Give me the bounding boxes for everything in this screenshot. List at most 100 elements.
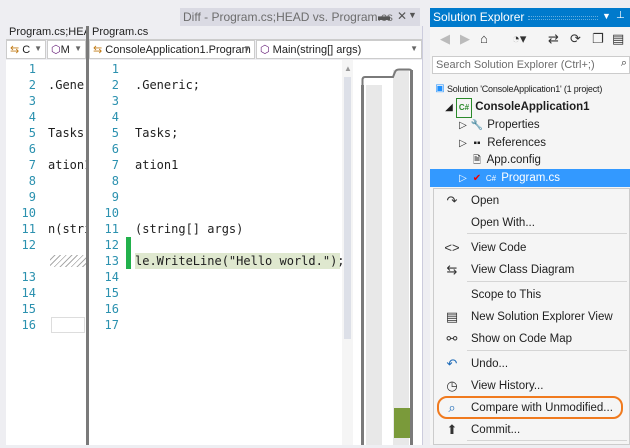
- refresh-icon[interactable]: ⟳: [570, 31, 581, 47]
- vertical-scrollbar[interactable]: ▲: [342, 60, 353, 445]
- line-number: 14: [104, 270, 119, 284]
- code-line: ation1: [135, 158, 179, 172]
- diff-overview-margin[interactable]: [353, 60, 422, 445]
- menu-item-open-with[interactable]: Open With...: [434, 212, 629, 234]
- menu-item-show-on-code-map[interactable]: ⚯ Show on Code Map: [434, 328, 629, 350]
- menu-item-label: Open: [471, 195, 500, 207]
- tree-item-program-cs[interactable]: ▷ ✔ C# Program.cs: [456, 169, 560, 187]
- added-change-marker: [394, 408, 410, 438]
- tab-title: Diff - Program.cs;HEAD vs. Program.cs: [183, 10, 393, 24]
- menu-item-view-history[interactable]: ◷ View History...: [434, 375, 629, 397]
- tab-overflow-dropdown-icon[interactable]: ▼: [408, 10, 417, 20]
- line-number: 10: [21, 206, 36, 220]
- left-code-editor[interactable]: 12.Gene345Tasks;67ation1891011n(stri1213…: [6, 60, 86, 445]
- tree-item-app-config[interactable]: 🗎 App.config: [470, 151, 541, 169]
- line-number: 16: [21, 318, 36, 332]
- line-number: 13: [104, 254, 119, 268]
- commit-icon: ⬆: [446, 422, 458, 437]
- properties-icon[interactable]: ▤: [612, 31, 624, 47]
- line-number: 1: [111, 62, 119, 76]
- line-number: 8: [28, 174, 36, 188]
- search-icon: ⌕: [620, 57, 627, 69]
- menu-item-label: View History...: [471, 380, 544, 392]
- scrollbar-thumb[interactable]: [344, 77, 351, 339]
- diff-overview-map: [361, 68, 413, 445]
- line-number: 11: [21, 222, 36, 236]
- change-marker: [126, 253, 131, 269]
- code-line: Tasks;: [135, 126, 179, 140]
- diff-document-tab[interactable]: Diff - Program.cs;HEAD vs. Program.cs ▬ …: [180, 8, 420, 27]
- menu-item-open[interactable]: ↷ Open: [434, 190, 629, 212]
- line-number: 5: [111, 126, 119, 140]
- scroll-up-icon[interactable]: ▲: [344, 64, 352, 73]
- history-icon: ◷: [446, 378, 458, 393]
- menu-separator: [467, 440, 627, 441]
- deleted-lines-placeholder: [50, 255, 86, 267]
- solution-explorer-title-bar: Solution Explorer ▼ ⊥: [430, 8, 630, 27]
- highlight-ring: [437, 396, 623, 419]
- collapse-all-icon[interactable]: ❐: [592, 31, 604, 47]
- menu-item-scope-to-this[interactable]: Scope to This: [434, 284, 629, 306]
- editor-border: [422, 26, 430, 445]
- pending-changes-filter-icon[interactable]: ◔▾: [512, 31, 526, 47]
- line-number: 2: [28, 78, 36, 92]
- line-number: 6: [28, 142, 36, 156]
- menu-item-label: Show on Code Map: [471, 333, 573, 345]
- line-number: 1: [28, 62, 36, 76]
- menu-item-label: Commit...: [471, 424, 521, 436]
- left-type-dropdown[interactable]: ⇆ C ▼: [6, 40, 46, 59]
- menu-item-label: Scope to This: [471, 289, 542, 301]
- menu-item-commit[interactable]: ⬆ Commit...: [434, 419, 629, 441]
- line-number: 12: [104, 238, 119, 252]
- left-member-dropdown[interactable]: ⬡M ▼: [47, 40, 86, 59]
- line-number: 16: [104, 302, 119, 316]
- code-map-icon: ⚯: [446, 331, 458, 346]
- line-number: 12: [21, 238, 36, 252]
- line-number: 13: [21, 270, 36, 284]
- right-member-dropdown[interactable]: ⬡ Main(string[] args) ▼: [256, 40, 422, 59]
- line-number: [14, 253, 36, 269]
- menu-item-view-code[interactable]: <> View Code: [434, 237, 629, 259]
- tree-item-references[interactable]: ▷ ▪▪ References: [456, 134, 546, 152]
- menu-separator: [467, 281, 627, 282]
- line-number: 3: [111, 94, 119, 108]
- menu-item-new-solution-explorer-view[interactable]: ▤ New Solution Explorer View: [434, 306, 629, 328]
- menu-item-label: View Class Diagram: [471, 264, 575, 276]
- code-line: le.WriteLine("Hello world.");: [135, 253, 342, 269]
- tree-item-project[interactable]: ◢ C# ConsoleApplication1: [442, 98, 590, 118]
- tree-item-properties[interactable]: ▷ 🔧 Properties: [456, 116, 539, 134]
- forward-icon[interactable]: ▶: [460, 31, 470, 47]
- pin-icon[interactable]: ⊥: [616, 10, 625, 21]
- tree-item-solution[interactable]: ▣ Solution 'ConsoleApplication1' (1 proje…: [433, 80, 630, 98]
- home-icon[interactable]: ⌂: [480, 31, 488, 46]
- code-line: Tasks;: [48, 126, 86, 140]
- menu-item-undo[interactable]: ↶ Undo...: [434, 353, 629, 375]
- change-marker: [126, 237, 131, 253]
- line-number: 7: [111, 158, 119, 172]
- right-type-dropdown[interactable]: ⇆ ConsoleApplication1.Program ▼: [89, 40, 255, 59]
- menu-separator: [467, 350, 627, 351]
- sync-icon[interactable]: ⇄: [548, 31, 559, 47]
- back-icon[interactable]: ◀: [440, 31, 450, 47]
- menu-item-label: Open With...: [471, 217, 535, 229]
- code-line: n(stri: [48, 222, 86, 236]
- line-number: 5: [28, 126, 36, 140]
- window-position-icon[interactable]: ▼: [602, 11, 611, 21]
- close-icon[interactable]: ✕: [397, 9, 407, 23]
- line-number: 15: [104, 286, 119, 300]
- line-number: 9: [28, 190, 36, 204]
- menu-item-label: New Solution Explorer View: [471, 311, 613, 323]
- undo-icon: ↶: [446, 356, 458, 371]
- line-number: 4: [111, 110, 119, 124]
- search-input[interactable]: Search Solution Explorer (Ctrl+;) ⌕: [432, 56, 630, 74]
- code-line: (string[] args): [135, 222, 244, 236]
- diff-block-outline: [51, 317, 85, 333]
- line-number: 17: [104, 318, 119, 332]
- right-code-editor[interactable]: 1 2 .Generic; 3 4 5 Tasks; 6 7 ation1 8 9 10 11 (strin…: [89, 60, 342, 445]
- line-number: 2: [111, 78, 119, 92]
- open-icon: ↷: [446, 193, 458, 208]
- line-number: 15: [21, 302, 36, 316]
- menu-item-view-class-diagram[interactable]: ⇆ View Class Diagram: [434, 259, 629, 281]
- new-view-icon: ▤: [445, 309, 459, 324]
- pin-icon[interactable]: ▬: [378, 9, 390, 23]
